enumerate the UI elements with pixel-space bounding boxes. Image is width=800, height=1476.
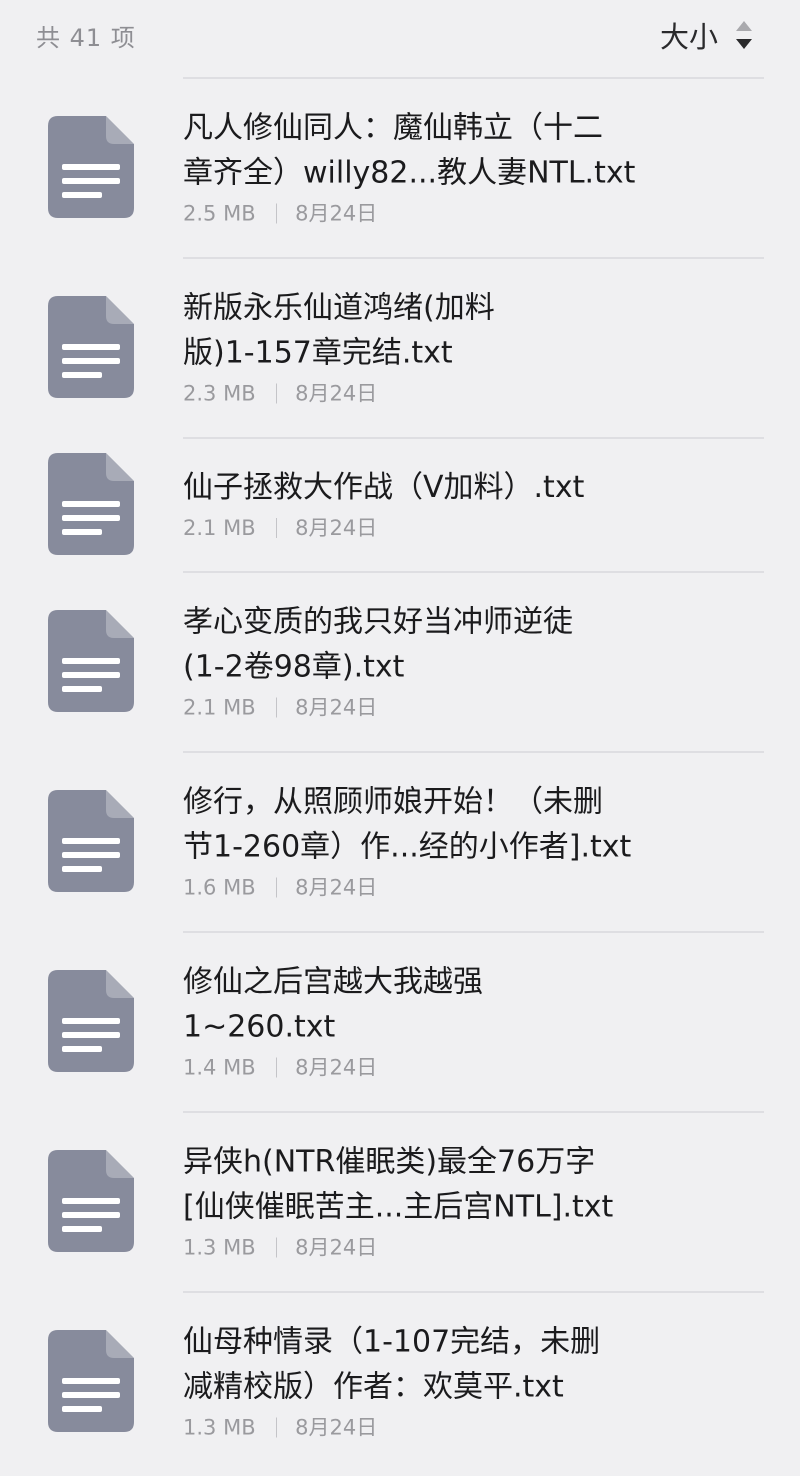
row-divider (183, 77, 764, 79)
file-date: 8月24日 (295, 381, 378, 406)
file-name: 异侠h(NTR催眠类)最全76万字 [仙侠催眠苦主...主后宫NTL].txt (183, 1140, 760, 1230)
file-name-line: 减精校版）作者：欢莫平.txt (183, 1369, 564, 1405)
file-meta: 2.1 MB 8月24日 (183, 513, 760, 543)
file-name-line: 修行，从照顾师娘开始！（未删 (183, 784, 603, 820)
document-icon (48, 790, 134, 892)
file-size: 1.3 MB (183, 1415, 256, 1440)
row-divider (183, 1291, 764, 1293)
file-size: 1.3 MB (183, 1235, 256, 1260)
sort-updown-icon (736, 21, 752, 49)
file-meta: 1.4 MB 8月24日 (183, 1053, 760, 1083)
file-info: 修行，从照顾师娘开始！（未删 节1-260章）作...经的小作者].txt 1.… (183, 780, 760, 903)
file-name-line: 节1-260章）作...经的小作者].txt (183, 829, 632, 865)
row-divider (183, 437, 764, 439)
sort-label: 大小 (659, 20, 718, 54)
file-size: 1.4 MB (183, 1055, 256, 1080)
file-name: 孝心变质的我只好当冲师逆徒 (1-2卷98章).txt (183, 600, 760, 690)
meta-separator (275, 877, 278, 898)
file-name: 修仙之后宫越大我越强 1~260.txt (183, 960, 760, 1050)
file-date: 8月24日 (295, 1055, 378, 1080)
document-icon (48, 1330, 134, 1432)
file-name-line: 版)1-157章完结.txt (183, 335, 453, 371)
row-divider (183, 931, 764, 933)
document-icon (48, 453, 134, 555)
meta-separator (275, 518, 278, 538)
file-size: 2.5 MB (183, 201, 256, 226)
file-row[interactable]: 仙子拯救大作战（V加料）.txt 2.1 MB 8月24日 (0, 437, 800, 571)
file-size: 2.1 MB (183, 695, 256, 720)
file-date: 8月24日 (295, 695, 378, 720)
file-name-line: 仙母种情录（1-107完结，未删 (183, 1324, 601, 1360)
file-info: 仙子拯救大作战（V加料）.txt 2.1 MB 8月24日 (183, 465, 760, 543)
file-name-line: 孝心变质的我只好当冲师逆徒 (183, 604, 573, 640)
file-name: 凡人修仙同人：魔仙韩立（十二 章齐全）willy82...教人妻NTL.txt (183, 106, 760, 196)
meta-separator (275, 383, 278, 404)
row-divider (183, 571, 764, 573)
file-size: 1.6 MB (183, 875, 256, 900)
document-icon (48, 970, 134, 1072)
row-divider (183, 751, 764, 753)
file-name-line: 仙子拯救大作战（V加料）.txt (183, 470, 585, 505)
file-name-line: [仙侠催眠苦主...主后宫NTL].txt (183, 1189, 614, 1225)
file-row[interactable]: 异侠h(NTR催眠类)最全76万字 [仙侠催眠苦主...主后宫NTL].txt … (0, 1111, 800, 1291)
document-icon (48, 1150, 134, 1252)
row-divider (183, 257, 764, 259)
file-name-line: 1~260.txt (183, 1009, 336, 1045)
file-meta: 1.3 MB 8月24日 (183, 1413, 760, 1443)
file-name: 新版永乐仙道鸿绪(加料 版)1-157章完结.txt (183, 286, 760, 376)
document-icon (48, 610, 134, 712)
file-row[interactable]: 孝心变质的我只好当冲师逆徒 (1-2卷98章).txt 2.1 MB 8月24日 (0, 571, 800, 751)
file-info: 异侠h(NTR催眠类)最全76万字 [仙侠催眠苦主...主后宫NTL].txt … (183, 1140, 760, 1263)
file-list: 凡人修仙同人：魔仙韩立（十二 章齐全）willy82...教人妻NTL.txt … (0, 77, 800, 1471)
file-row[interactable]: 修行，从照顾师娘开始！（未删 节1-260章）作...经的小作者].txt 1.… (0, 751, 800, 931)
file-name-line: 异侠h(NTR催眠类)最全76万字 (183, 1144, 596, 1180)
file-name: 仙母种情录（1-107完结，未删 减精校版）作者：欢莫平.txt (183, 1320, 760, 1410)
file-date: 8月24日 (295, 875, 378, 900)
file-meta: 2.3 MB 8月24日 (183, 379, 760, 409)
meta-separator (275, 697, 278, 718)
file-name: 仙子拯救大作战（V加料）.txt (183, 465, 760, 510)
file-name-line: 凡人修仙同人：魔仙韩立（十二 (183, 110, 603, 146)
document-icon (48, 296, 134, 398)
document-icon (48, 116, 134, 218)
file-info: 仙母种情录（1-107完结，未删 减精校版）作者：欢莫平.txt 1.3 MB … (183, 1320, 760, 1443)
file-row[interactable]: 凡人修仙同人：魔仙韩立（十二 章齐全）willy82...教人妻NTL.txt … (0, 77, 800, 257)
file-date: 8月24日 (295, 201, 378, 226)
sort-button[interactable]: 大小 (660, 14, 754, 56)
row-divider (183, 1111, 764, 1113)
file-name-line: (1-2卷98章).txt (183, 649, 405, 685)
file-name: 修行，从照顾师娘开始！（未删 节1-260章）作...经的小作者].txt (183, 780, 760, 870)
file-name-line: 修仙之后宫越大我越强 (183, 964, 483, 1000)
file-meta: 1.3 MB 8月24日 (183, 1233, 760, 1263)
meta-separator (275, 203, 278, 224)
meta-separator (275, 1237, 278, 1258)
list-header: 共 41 项 大小 (0, 0, 800, 78)
file-row[interactable]: 仙母种情录（1-107完结，未删 减精校版）作者：欢莫平.txt 1.3 MB … (0, 1291, 800, 1471)
item-count-label: 共 41 项 (36, 24, 136, 52)
file-info: 孝心变质的我只好当冲师逆徒 (1-2卷98章).txt 2.1 MB 8月24日 (183, 600, 760, 723)
file-info: 凡人修仙同人：魔仙韩立（十二 章齐全）willy82...教人妻NTL.txt … (183, 106, 760, 229)
file-row[interactable]: 新版永乐仙道鸿绪(加料 版)1-157章完结.txt 2.3 MB 8月24日 (0, 257, 800, 437)
file-info: 新版永乐仙道鸿绪(加料 版)1-157章完结.txt 2.3 MB 8月24日 (183, 286, 760, 409)
file-meta: 2.1 MB 8月24日 (183, 693, 760, 723)
file-meta: 1.6 MB 8月24日 (183, 873, 760, 903)
file-size: 2.3 MB (183, 381, 256, 406)
file-size: 2.1 MB (183, 516, 256, 540)
file-date: 8月24日 (295, 1235, 378, 1260)
file-meta: 2.5 MB 8月24日 (183, 199, 760, 229)
meta-separator (275, 1057, 278, 1078)
file-date: 8月24日 (295, 516, 378, 540)
meta-separator (275, 1417, 278, 1438)
file-row[interactable]: 修仙之后宫越大我越强 1~260.txt 1.4 MB 8月24日 (0, 931, 800, 1111)
file-name-line: 章齐全）willy82...教人妻NTL.txt (183, 155, 636, 191)
file-info: 修仙之后宫越大我越强 1~260.txt 1.4 MB 8月24日 (183, 960, 760, 1083)
file-date: 8月24日 (295, 1415, 378, 1440)
file-name-line: 新版永乐仙道鸿绪(加料 (183, 290, 495, 326)
